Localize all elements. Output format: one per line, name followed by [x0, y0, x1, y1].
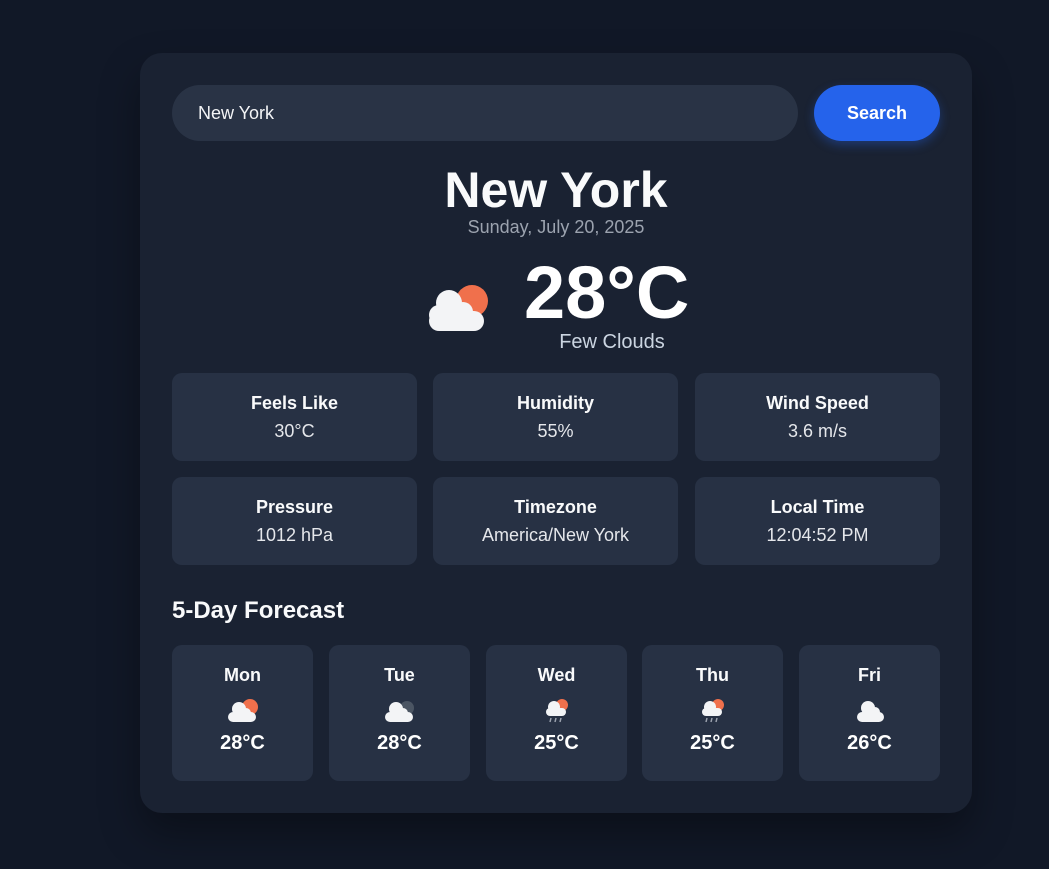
- current-date: Sunday, July 20, 2025: [467, 217, 645, 237]
- forecast-day-name: Mon: [224, 665, 261, 685]
- forecast-day-fri: Fri 26°C: [799, 645, 940, 781]
- weather-card: Search New York Sunday, July 20, 2025 28…: [140, 53, 972, 813]
- cloud-icon: [856, 701, 884, 722]
- stat-value: 1012 hPa: [255, 525, 334, 545]
- weather-description: Few Clouds: [559, 331, 665, 353]
- forecast-day-name: Wed: [537, 665, 576, 685]
- stat-label: Wind Speed: [766, 393, 869, 413]
- stat-label: Feels Like: [250, 393, 339, 413]
- forecast-day-name: Fri: [857, 665, 881, 685]
- cloudy-night-icon: [384, 701, 414, 722]
- stat-label: Timezone: [514, 497, 597, 517]
- stat-feels-like: Feels Like 30°C: [172, 373, 417, 461]
- stat-value: 30°C: [274, 421, 315, 441]
- search-input[interactable]: [172, 85, 798, 141]
- stat-value: 12:04:52 PM: [766, 525, 869, 545]
- stat-value: 3.6 m/s: [787, 421, 848, 441]
- stat-value: 55%: [537, 421, 574, 441]
- stat-local-time: Local Time 12:04:52 PM: [695, 477, 940, 565]
- forecast-day-name: Tue: [384, 665, 415, 685]
- forecast-day-mon: Mon 28°C: [172, 645, 313, 781]
- forecast-day-temp: 28°C: [220, 732, 265, 754]
- stat-label: Local Time: [770, 497, 865, 517]
- stat-label: Humidity: [516, 393, 594, 413]
- search-bar: Search: [172, 85, 940, 141]
- rain-sun-icon: [545, 699, 568, 723]
- stat-humidity: Humidity 55%: [433, 373, 678, 461]
- stat-timezone: Timezone America/New York: [433, 477, 678, 565]
- forecast-day-wed: Wed 25°C: [486, 645, 627, 781]
- city-name: New York: [444, 162, 668, 218]
- stat-pressure: Pressure 1012 hPa: [172, 477, 417, 565]
- few-clouds-icon: [227, 699, 258, 722]
- stat-wind-speed: Wind Speed 3.6 m/s: [695, 373, 940, 461]
- forecast-day-temp: 25°C: [690, 732, 735, 754]
- forecast-day-temp: 28°C: [377, 732, 422, 754]
- forecast-day-name: Thu: [696, 665, 729, 685]
- forecast-day-temp: 26°C: [847, 732, 892, 754]
- rain-sun-icon: [701, 699, 724, 723]
- stat-value: America/New York: [481, 525, 630, 545]
- current-temperature: 28°C: [524, 251, 690, 334]
- forecast-day-thu: Thu 25°C: [642, 645, 783, 781]
- forecast-title: 5-Day Forecast: [172, 597, 345, 624]
- forecast-day-temp: 25°C: [534, 732, 579, 754]
- forecast-day-tue: Tue 28°C: [329, 645, 470, 781]
- stat-label: Pressure: [255, 497, 334, 517]
- few-clouds-icon: [429, 285, 488, 331]
- search-button[interactable]: Search: [814, 85, 940, 141]
